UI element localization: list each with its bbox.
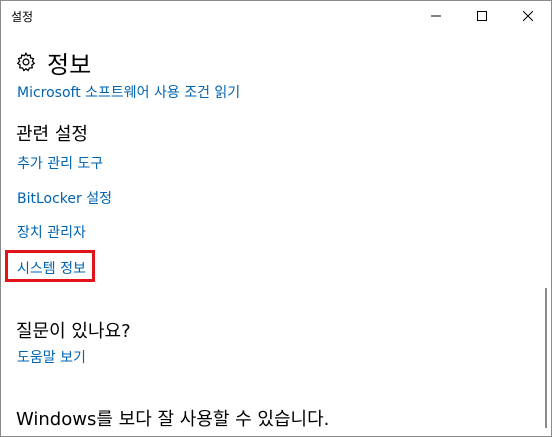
maximize-button[interactable] xyxy=(459,1,505,31)
title-bar[interactable]: 설정 xyxy=(1,1,551,31)
page-header: 정보 xyxy=(15,45,91,79)
minimize-icon xyxy=(431,15,441,17)
window-title: 설정 xyxy=(11,10,34,24)
gear-icon xyxy=(16,52,36,72)
questions-heading: 질문이 있나요? xyxy=(16,321,131,342)
license-terms-link[interactable]: Microsoft 소프트웨어 사용 조건 읽기 xyxy=(17,82,240,102)
close-button[interactable] xyxy=(505,1,551,31)
minimize-button[interactable] xyxy=(413,1,459,31)
maximize-icon xyxy=(477,11,487,21)
bitlocker-settings-link[interactable]: BitLocker 설정 xyxy=(17,188,112,208)
help-link[interactable]: 도움말 보기 xyxy=(17,347,86,367)
close-icon xyxy=(523,11,533,21)
settings-window: 설정 정보 Microsoft 소프트웨어 사용 조건 읽기 관련 설정 추가 … xyxy=(0,0,552,437)
highlight-annotation-box xyxy=(5,250,95,282)
page-title: 정보 xyxy=(47,50,92,79)
windows-tip-text: Windows를 보다 잘 사용할 수 있습니다. xyxy=(16,409,330,430)
related-settings-heading: 관련 설정 xyxy=(16,124,88,145)
settings-content: 정보 Microsoft 소프트웨어 사용 조건 읽기 관련 설정 추가 관리 … xyxy=(1,31,547,436)
device-manager-link[interactable]: 장치 관리자 xyxy=(17,222,86,242)
scrollbar[interactable] xyxy=(545,288,547,428)
admin-tools-link[interactable]: 추가 관리 도구 xyxy=(17,153,103,173)
